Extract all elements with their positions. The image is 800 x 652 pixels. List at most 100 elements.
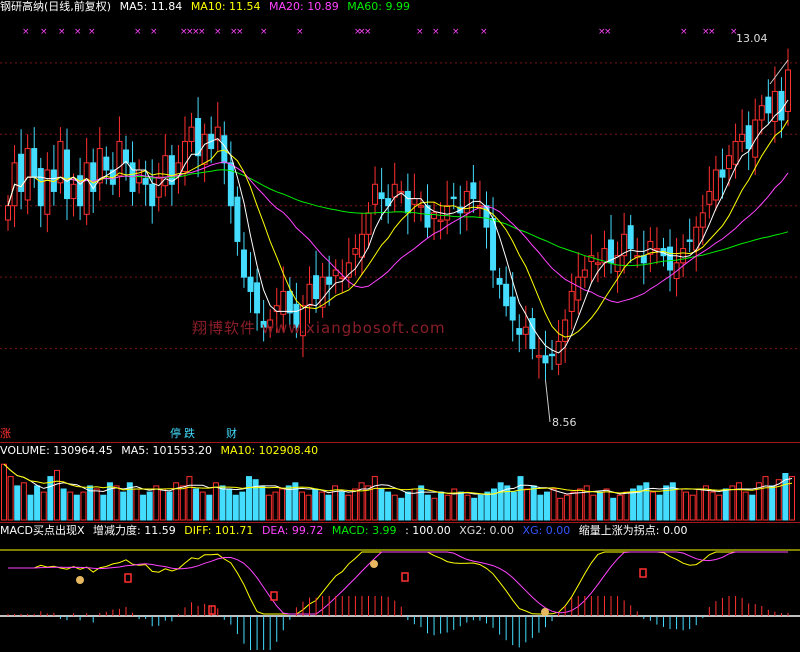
volume-bar [543,491,550,521]
candle-body [116,140,123,177]
candle-body [424,205,431,228]
volume-bar [80,491,87,521]
volume-bar [298,491,305,521]
candle-body [437,219,444,222]
volume-bar [166,491,173,521]
volume-bar [702,485,709,521]
volume-bar [610,497,617,521]
event-marker: × [416,27,424,37]
volume-bar [749,494,756,521]
event-marker: × [680,27,688,37]
candle-body [496,278,503,285]
volume-bar [1,463,7,521]
macd-diff-line [8,551,788,615]
volume-bar [484,491,491,521]
volume-bar [603,488,610,521]
candle-body [201,133,208,165]
marker-die: 跌 [184,427,195,440]
volume-bar [14,485,21,521]
buy-signal-marker [76,576,84,584]
candle-body [450,196,457,200]
candle-body [306,283,313,307]
volume-bar [590,494,597,521]
price-high-label: 13.04 [736,32,768,45]
price-chart: × × × × × × × ×××× × ×× × × ××× × × × × ×× × ×× × [0,27,800,423]
volume-bar [312,488,319,521]
candle-body [326,276,333,285]
candle-body [90,162,97,192]
volume-bar [444,494,451,521]
candle-body [365,212,372,235]
volume-bar [736,482,743,521]
candle-body [745,125,752,150]
candle-body [391,183,398,198]
volume-bar [100,494,107,521]
event-marker: × [432,27,440,37]
volume-bar [391,494,398,521]
candle-body [44,169,51,215]
volume-bar [358,482,365,521]
volume-bar [232,494,239,521]
event-marker: × [58,27,66,37]
candle-body [378,192,385,200]
volume-bar [365,485,372,521]
volume-bar [769,485,776,521]
candle-body [640,255,647,264]
volume-bar [305,494,312,521]
candle-body [417,205,424,208]
volume-bar [530,485,537,521]
candle-body [372,183,379,205]
candle-body [247,276,254,292]
volume-bar [206,494,213,521]
volume-bar [683,491,690,521]
volume-bar [630,488,637,521]
candle-body [667,246,674,271]
volume-bar [27,494,34,521]
volume-bar [431,497,438,521]
volume-bar [60,488,67,521]
candle-body [594,262,601,265]
volume-bar [93,488,100,521]
candle-body [719,169,726,178]
volume-bar [404,491,411,521]
volume-bar [457,491,464,521]
event-marker: × [604,27,612,37]
candle-body [470,182,477,200]
candle-body [103,156,110,171]
event-marker: × [74,27,82,37]
volume-bar [239,491,246,521]
volume-bar [762,476,769,521]
event-marker: × [150,27,158,37]
candle-body [752,119,759,158]
candle-body [771,90,778,122]
volume-bar [557,497,564,521]
event-marker: × [22,27,30,37]
volume-bar [159,488,166,521]
volume-ma10-line [3,463,793,495]
candle-body [516,328,523,335]
candle-body [739,133,746,142]
volume-bar [722,488,729,521]
candle-body [562,319,569,342]
candle-body [778,90,785,121]
candle-body [686,239,693,242]
candle-body [653,248,660,251]
volume-bar [179,485,186,521]
candle-body [732,140,739,165]
volume-bar [246,476,253,521]
event-marker: × [480,27,488,37]
volume-bar [471,497,478,521]
volume-bar [351,488,358,521]
volume-bar [265,494,272,521]
volume-bar [438,491,445,521]
marker-zhang: 涨 [0,427,11,440]
candle-body [319,276,326,308]
candle-body [404,190,411,214]
macd-dea-line [8,551,788,615]
candle-body [313,275,320,300]
buy-signal-marker [541,608,549,616]
candle-body [37,168,44,207]
candle-body [568,290,575,312]
candle-body [549,353,556,357]
candle-body [155,176,162,198]
